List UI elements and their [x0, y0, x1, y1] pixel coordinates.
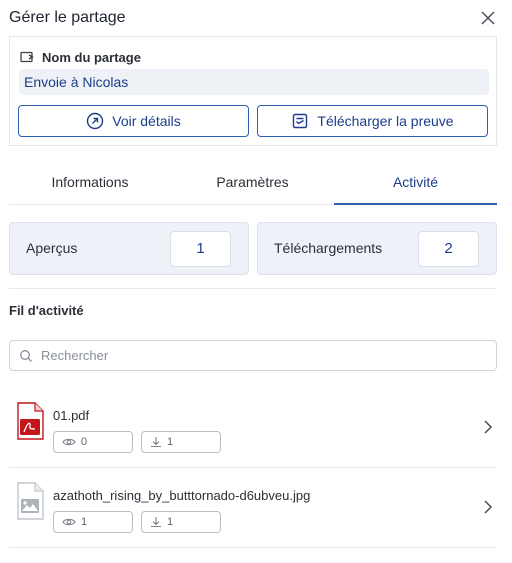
search-input[interactable]: [41, 348, 481, 363]
eye-icon: [62, 518, 76, 526]
share-name-label: Nom du partage: [42, 49, 141, 65]
download-proof-label: Télécharger la preuve: [317, 113, 454, 129]
activity-file-row[interactable]: 01.pdf 0 1: [9, 388, 497, 468]
close-icon[interactable]: [479, 9, 497, 27]
views-count-badge: 1: [53, 511, 133, 533]
views-count: 0: [81, 436, 88, 448]
views-count: 1: [81, 516, 88, 528]
share-tag-icon: [20, 51, 34, 63]
downloads-stat-card: Téléchargements 2: [257, 222, 497, 275]
download-icon: [151, 437, 161, 448]
downloads-count-badge: 1: [141, 431, 221, 453]
downloads-count-badge: 1: [141, 511, 221, 533]
downloads-stat-label: Téléchargements: [274, 240, 383, 256]
tab-parametres[interactable]: Paramètres: [171, 162, 334, 205]
views-stat-label: Aperçus: [26, 240, 78, 256]
downloads-stat-value: 2: [418, 231, 479, 267]
activity-feed-title: Fil d'activité: [9, 303, 84, 318]
search-icon: [20, 349, 32, 362]
pdf-file-icon: [17, 402, 44, 440]
views-stat-value: 1: [170, 231, 231, 267]
downloads-count: 1: [167, 436, 174, 448]
view-details-label: Voir détails: [112, 113, 181, 129]
downloads-count: 1: [167, 516, 174, 528]
download-proof-button[interactable]: Télécharger la preuve: [257, 105, 488, 137]
divider: [9, 288, 497, 289]
search-field[interactable]: [9, 340, 497, 371]
chevron-right-icon[interactable]: [482, 419, 494, 435]
view-details-button[interactable]: Voir détails: [18, 105, 249, 137]
eye-icon: [62, 438, 76, 446]
share-name-value: Envoie à Nicolas: [19, 69, 489, 95]
file-name: 01.pdf: [53, 408, 90, 423]
divider: [9, 547, 497, 548]
views-count-badge: 0: [53, 431, 133, 453]
image-file-icon: [17, 482, 44, 520]
share-info-panel: Nom du partage Envoie à Nicolas Voir dét…: [9, 36, 497, 146]
dialog-header: Gérer le partage: [0, 0, 512, 36]
tab-bar: Informations Paramètres Activité: [9, 162, 497, 205]
arrow-up-right-circle-icon: [87, 112, 104, 130]
share-label-row: Nom du partage: [20, 48, 141, 66]
views-stat-card: Aperçus 1: [9, 222, 249, 275]
tab-activite[interactable]: Activité: [334, 162, 497, 205]
chevron-right-icon[interactable]: [482, 499, 494, 515]
file-name: azathoth_rising_by_butttornado-d6ubveu.j…: [53, 488, 311, 503]
proof-document-icon: [293, 113, 308, 129]
tab-informations[interactable]: Informations: [9, 162, 171, 205]
download-icon: [151, 517, 161, 528]
activity-file-row[interactable]: azathoth_rising_by_butttornado-d6ubveu.j…: [9, 468, 497, 548]
dialog-title: Gérer le partage: [9, 9, 126, 26]
